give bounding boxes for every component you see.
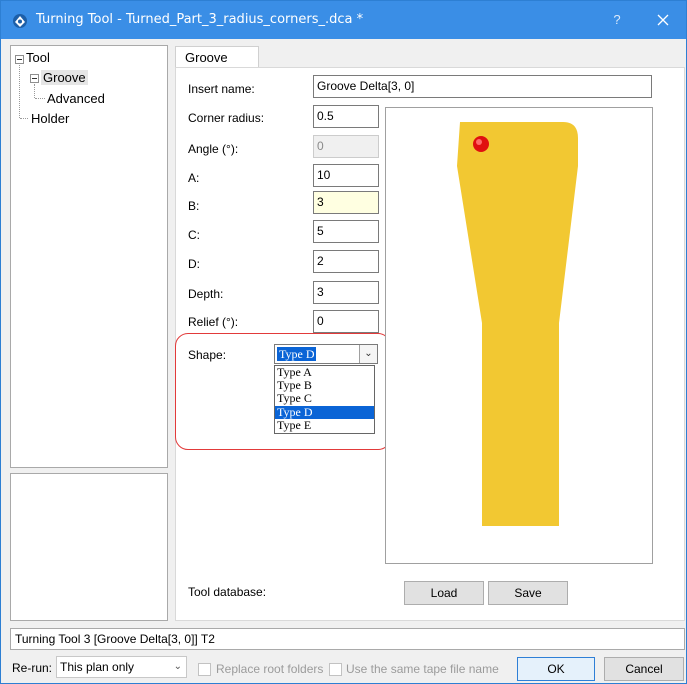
help-button[interactable]: ? xyxy=(607,10,627,30)
insert-name-input[interactable]: Groove Delta[3, 0] xyxy=(313,75,652,98)
d-label: D: xyxy=(188,257,200,271)
cancel-button[interactable]: Cancel xyxy=(604,657,684,681)
rerun-value: This plan only xyxy=(60,660,135,674)
collapse-tool-icon[interactable] xyxy=(15,55,24,64)
tree-connector xyxy=(19,65,20,118)
annotation-highlight xyxy=(175,333,391,450)
corner-radius-input[interactable]: 0.5 xyxy=(313,105,379,128)
chevron-down-icon: ⌄ xyxy=(173,661,182,672)
title-bar: Turning Tool - Turned_Part_3_radius_corn… xyxy=(1,1,686,39)
tool-tree: Tool Groove Advanced Holder xyxy=(10,45,168,468)
angle-label: Angle (°): xyxy=(188,142,239,156)
groove-insert-graphic xyxy=(457,122,578,526)
collapse-groove-icon[interactable] xyxy=(30,74,39,83)
close-button[interactable] xyxy=(651,10,675,30)
tree-item-groove[interactable]: Groove xyxy=(41,70,88,85)
corner-radius-label: Corner radius: xyxy=(188,111,265,125)
app-icon xyxy=(13,14,27,28)
relief-label: Relief (°): xyxy=(188,315,239,329)
a-input[interactable]: 10 xyxy=(313,164,379,187)
tree-connector xyxy=(20,118,28,119)
tree-item-tool[interactable]: Tool xyxy=(26,50,50,65)
c-label: C: xyxy=(188,228,200,242)
relief-input[interactable]: 0 xyxy=(313,310,379,333)
status-text: Turning Tool 3 [Groove Delta[3, 0]] T2 xyxy=(10,628,685,650)
tree-item-advanced[interactable]: Advanced xyxy=(47,91,105,106)
load-button[interactable]: Load xyxy=(404,581,484,605)
tool-database-label: Tool database: xyxy=(188,585,267,599)
depth-label: Depth: xyxy=(188,287,224,301)
rerun-label: Re-run: xyxy=(12,661,53,675)
b-label: B: xyxy=(188,199,200,213)
tree-connector xyxy=(34,84,35,98)
ok-button[interactable]: OK xyxy=(517,657,595,681)
a-label: A: xyxy=(188,171,200,185)
same-tape-label: Use the same tape file name xyxy=(346,662,499,676)
same-tape-checkbox[interactable] xyxy=(329,663,342,676)
save-button[interactable]: Save xyxy=(488,581,568,605)
angle-input: 0 xyxy=(313,135,379,158)
tree-item-holder[interactable]: Holder xyxy=(31,111,69,126)
window-title: Turning Tool - Turned_Part_3_radius_corn… xyxy=(36,12,364,27)
close-icon xyxy=(657,14,669,26)
replace-root-folders-checkbox[interactable] xyxy=(198,663,211,676)
tool-preview xyxy=(385,107,653,564)
d-input[interactable]: 2 xyxy=(313,250,379,273)
rerun-select[interactable]: This plan only ⌄ xyxy=(56,656,187,678)
replace-root-folders-label: Replace root folders xyxy=(216,662,324,676)
info-panel xyxy=(10,473,168,621)
tree-connector xyxy=(35,98,45,99)
tab-groove[interactable]: Groove xyxy=(175,46,259,68)
b-input[interactable]: 3 xyxy=(313,191,379,214)
turning-tool-dialog: Turning Tool - Turned_Part_3_radius_corn… xyxy=(0,0,687,684)
c-input[interactable]: 5 xyxy=(313,220,379,243)
depth-input[interactable]: 3 xyxy=(313,281,379,304)
insert-name-label: Insert name: xyxy=(188,82,255,96)
